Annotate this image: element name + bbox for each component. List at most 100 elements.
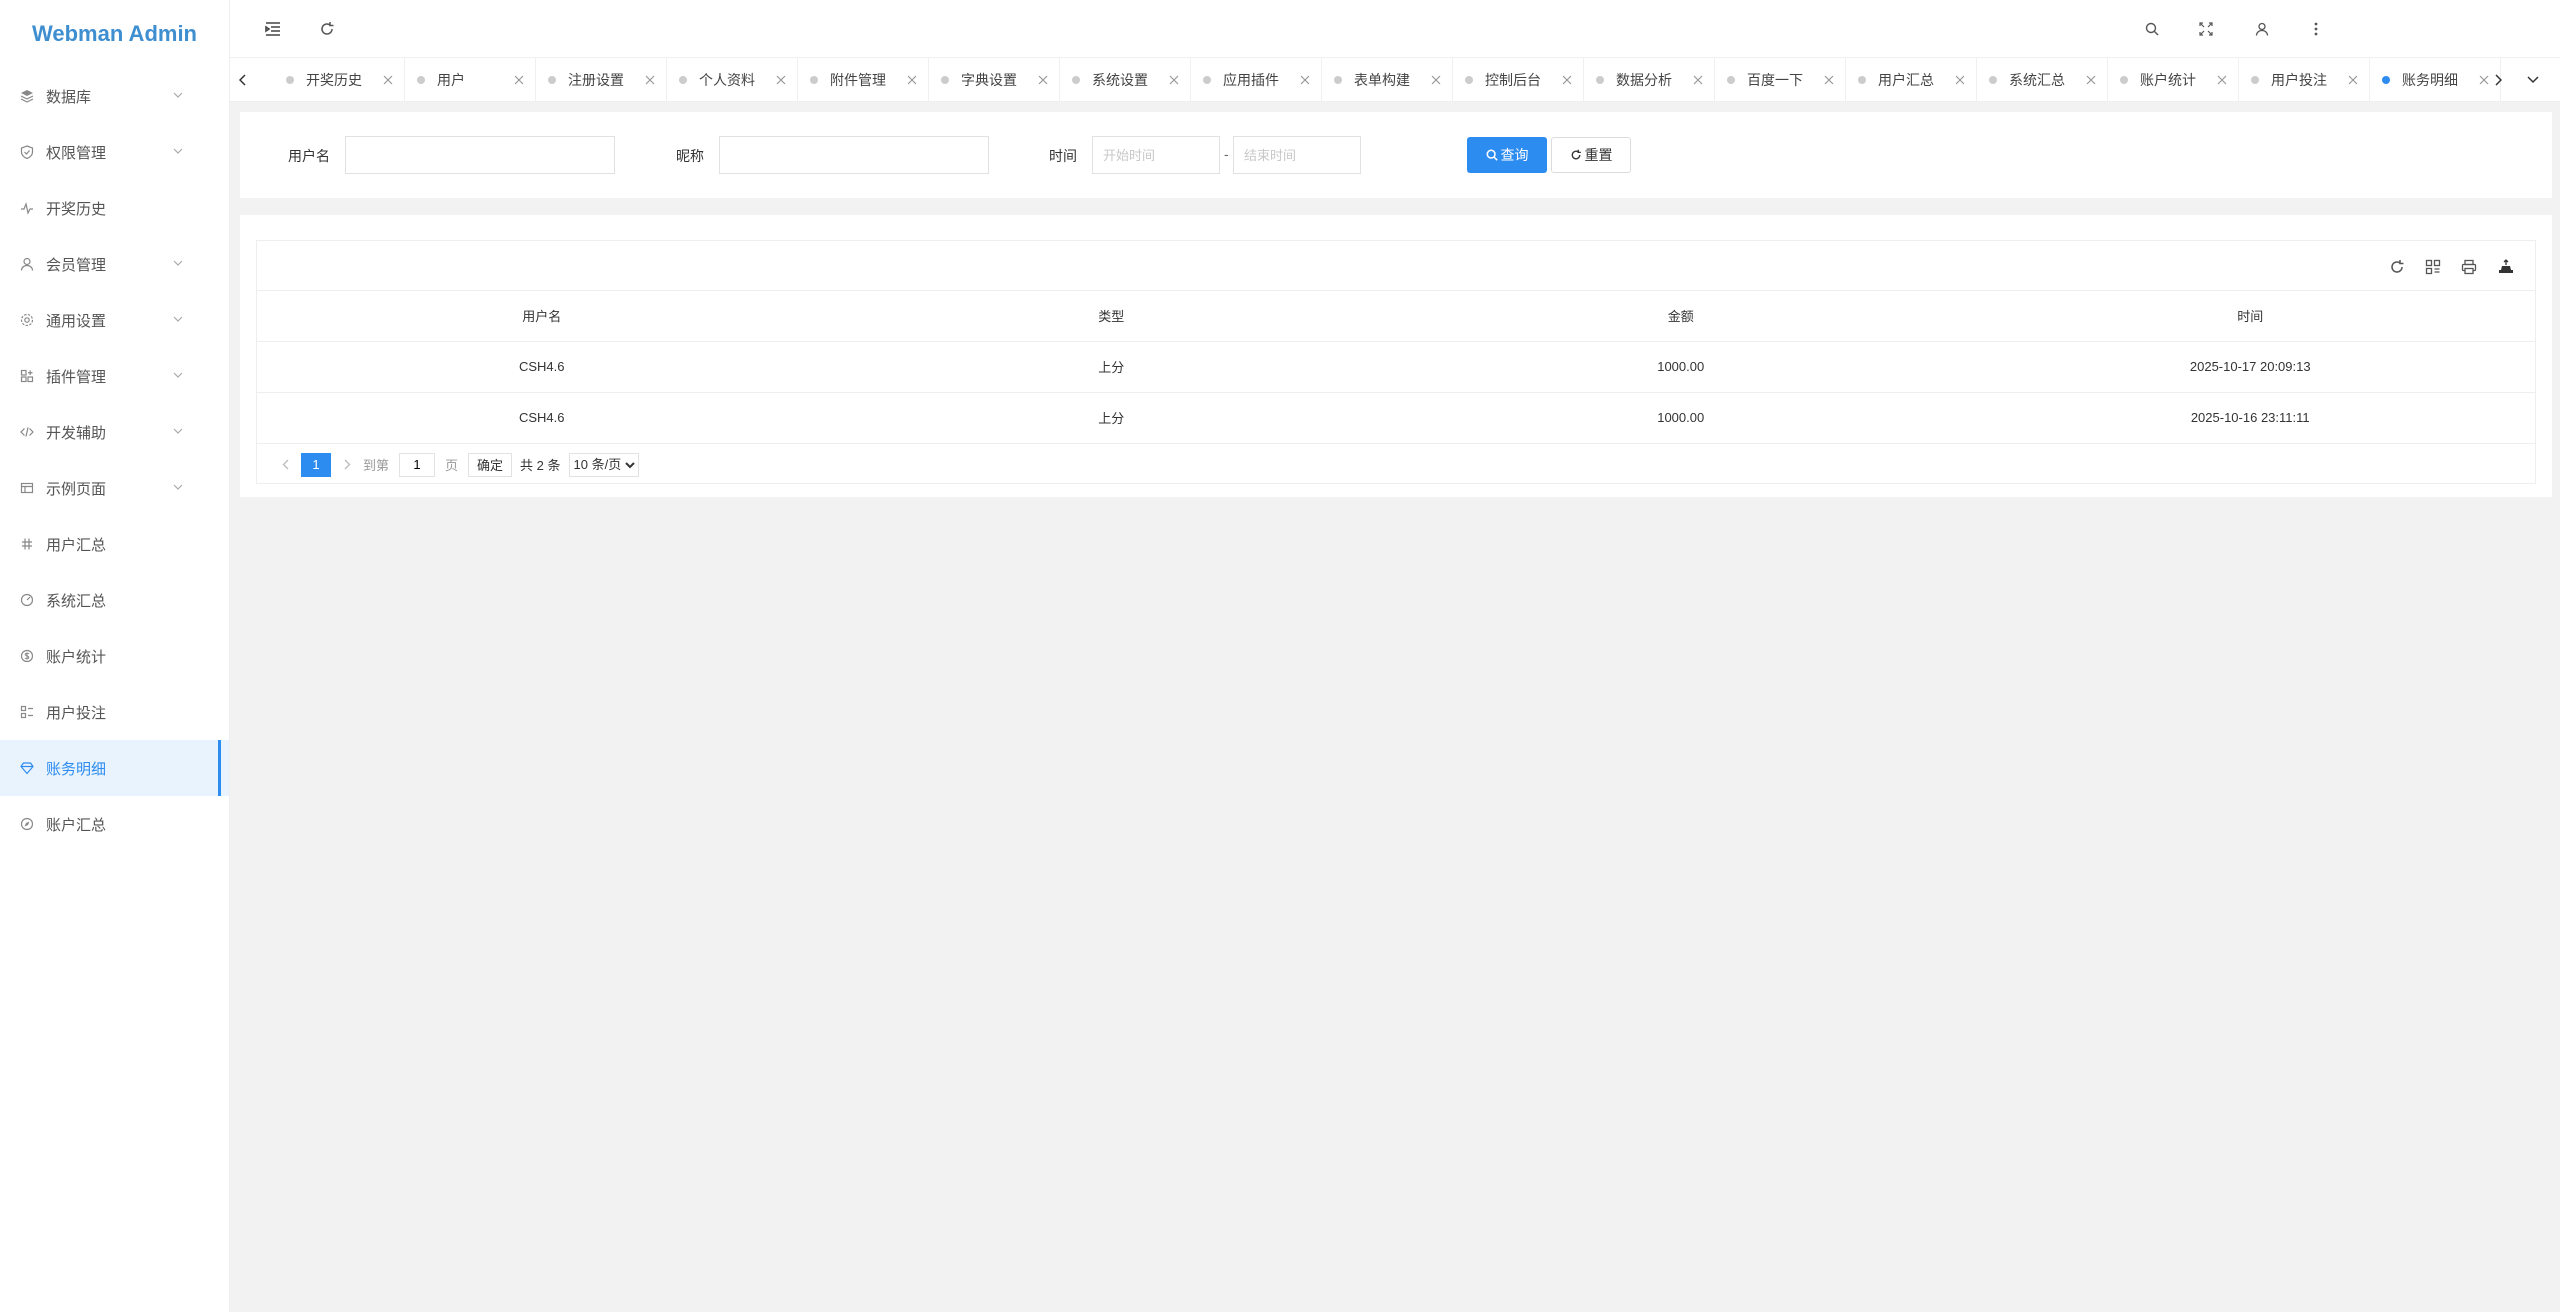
chevron-left-icon[interactable] xyxy=(275,459,295,470)
close-icon[interactable] xyxy=(1561,74,1573,86)
sidebar-item[interactable]: 数据库 xyxy=(0,68,229,124)
chevron-down-icon xyxy=(172,425,184,437)
tab[interactable]: 用户投注 xyxy=(2239,58,2370,102)
close-icon[interactable] xyxy=(1168,74,1180,86)
cell-username: CSH4.6 xyxy=(257,392,827,444)
column-header-type[interactable]: 类型 xyxy=(826,291,1396,342)
tab[interactable]: 账务明细 xyxy=(2370,58,2501,102)
sidebar-item[interactable]: 会员管理 xyxy=(0,236,229,292)
chevron-right-icon[interactable] xyxy=(337,459,357,470)
cell-time: 2025-10-16 23:11:11 xyxy=(1965,392,2535,444)
page-size-select[interactable]: 10 条/页 xyxy=(568,452,639,477)
tab-status-dot xyxy=(1203,76,1211,84)
tab[interactable]: 账户统计 xyxy=(2108,58,2239,102)
sidebar-item[interactable]: 用户汇总 xyxy=(0,516,229,572)
sidebar-item[interactable]: 系统汇总 xyxy=(0,572,229,628)
tab[interactable]: 用户 xyxy=(405,58,536,102)
user-icon[interactable] xyxy=(2251,18,2273,40)
column-header-time[interactable]: 时间 xyxy=(1965,291,2535,342)
tabs-dropdown-icon[interactable] xyxy=(2520,58,2546,102)
goto-page-input[interactable] xyxy=(399,452,436,477)
tab[interactable]: 系统设置 xyxy=(1060,58,1191,102)
tab[interactable]: 表单构建 xyxy=(1322,58,1453,102)
chevron-down-icon xyxy=(172,257,184,269)
tab[interactable]: 应用插件 xyxy=(1191,58,1322,102)
nickname-input[interactable] xyxy=(719,136,989,174)
refresh-icon[interactable] xyxy=(2388,258,2406,276)
close-icon[interactable] xyxy=(382,74,394,86)
tab[interactable]: 开奖历史 xyxy=(274,58,405,102)
goto-confirm-button[interactable]: 确定 xyxy=(468,452,513,477)
cell-type: 上分 xyxy=(826,341,1396,393)
compass-icon xyxy=(20,817,34,831)
sidebar-item[interactable]: 账户统计 xyxy=(0,628,229,684)
sidebar-item[interactable]: 账户汇总 xyxy=(0,796,229,852)
columns-icon[interactable] xyxy=(2424,258,2442,276)
search-icon[interactable] xyxy=(2141,18,2163,40)
tab[interactable]: 用户汇总 xyxy=(1846,58,1977,102)
diamond-icon xyxy=(20,761,34,775)
menu-fold-icon[interactable] xyxy=(262,18,284,40)
app-logo[interactable]: Webman Admin xyxy=(0,0,229,68)
more-vertical-icon[interactable] xyxy=(2305,18,2327,40)
sidebar-item[interactable]: 通用设置 xyxy=(0,292,229,348)
sidebar-item[interactable]: 账务明细 xyxy=(0,740,229,796)
close-icon[interactable] xyxy=(1299,74,1311,86)
tab[interactable]: 字典设置 xyxy=(929,58,1060,102)
tab[interactable]: 个人资料 xyxy=(667,58,798,102)
close-icon[interactable] xyxy=(906,74,918,86)
table-row[interactable]: CSH4.6 上分 1000.00 2025-10-17 20:09:13 xyxy=(257,341,2535,393)
tab-label: 控制后台 xyxy=(1485,72,1541,88)
cell-amount: 1000.00 xyxy=(1395,341,1966,393)
data-table: 用户名 类型 金额 时间 CSH4.6 上分 1000.00 2025-10-1… xyxy=(257,291,2535,444)
table-row[interactable]: CSH4.6 上分 1000.00 2025-10-16 23:11:11 xyxy=(257,392,2535,444)
close-icon[interactable] xyxy=(1430,74,1442,86)
tab[interactable]: 控制后台 xyxy=(1453,58,1584,102)
tab-label: 应用插件 xyxy=(1223,72,1279,88)
tabs-prev-icon[interactable] xyxy=(230,58,256,102)
sidebar-item[interactable]: 开发辅助 xyxy=(0,404,229,460)
tab[interactable]: 附件管理 xyxy=(798,58,929,102)
close-icon[interactable] xyxy=(2216,74,2228,86)
column-header-username[interactable]: 用户名 xyxy=(257,291,827,342)
tab-status-dot xyxy=(417,76,425,84)
tab[interactable]: 系统汇总 xyxy=(1977,58,2108,102)
tab-label: 开奖历史 xyxy=(306,72,362,88)
sidebar-item[interactable]: 示例页面 xyxy=(0,460,229,516)
close-icon[interactable] xyxy=(1823,74,1835,86)
tabs-next-icon[interactable] xyxy=(2485,58,2511,102)
column-header-amount[interactable]: 金额 xyxy=(1395,291,1966,342)
close-icon[interactable] xyxy=(513,74,525,86)
tab[interactable]: 注册设置 xyxy=(536,58,667,102)
export-icon[interactable] xyxy=(2497,258,2515,276)
fullscreen-icon[interactable] xyxy=(2195,18,2217,40)
sidebar-item[interactable]: 开奖历史 xyxy=(0,180,229,236)
tab-label: 表单构建 xyxy=(1354,72,1410,88)
close-icon[interactable] xyxy=(1692,74,1704,86)
sidebar-item[interactable]: 权限管理 xyxy=(0,124,229,180)
start-time-input[interactable] xyxy=(1092,136,1220,174)
current-page[interactable]: 1 xyxy=(301,452,331,477)
refresh-icon[interactable] xyxy=(316,18,338,40)
close-icon[interactable] xyxy=(2085,74,2097,86)
close-icon[interactable] xyxy=(2347,74,2359,86)
sidebar-item-label: 用户汇总 xyxy=(46,536,107,554)
sidebar-item-label: 数据库 xyxy=(46,88,92,106)
username-input[interactable] xyxy=(345,136,615,174)
sidebar-item[interactable]: 插件管理 xyxy=(0,348,229,404)
sidebar-item[interactable]: 用户投注 xyxy=(0,684,229,740)
close-icon[interactable] xyxy=(1954,74,1966,86)
print-icon[interactable] xyxy=(2460,258,2478,276)
close-icon[interactable] xyxy=(644,74,656,86)
end-time-input[interactable] xyxy=(1233,136,1361,174)
query-button[interactable]: 查询 xyxy=(1467,137,1547,173)
close-icon[interactable] xyxy=(775,74,787,86)
close-icon[interactable] xyxy=(1037,74,1049,86)
reset-button[interactable]: 重置 xyxy=(1551,137,1631,173)
tab[interactable]: 百度一下 xyxy=(1715,58,1846,102)
tab-label: 账户统计 xyxy=(2140,72,2196,88)
sidebar-item-label: 开奖历史 xyxy=(46,200,107,218)
code-icon xyxy=(20,425,34,439)
tab[interactable]: 数据分析 xyxy=(1584,58,1715,102)
tab-label: 用户 xyxy=(437,72,465,88)
